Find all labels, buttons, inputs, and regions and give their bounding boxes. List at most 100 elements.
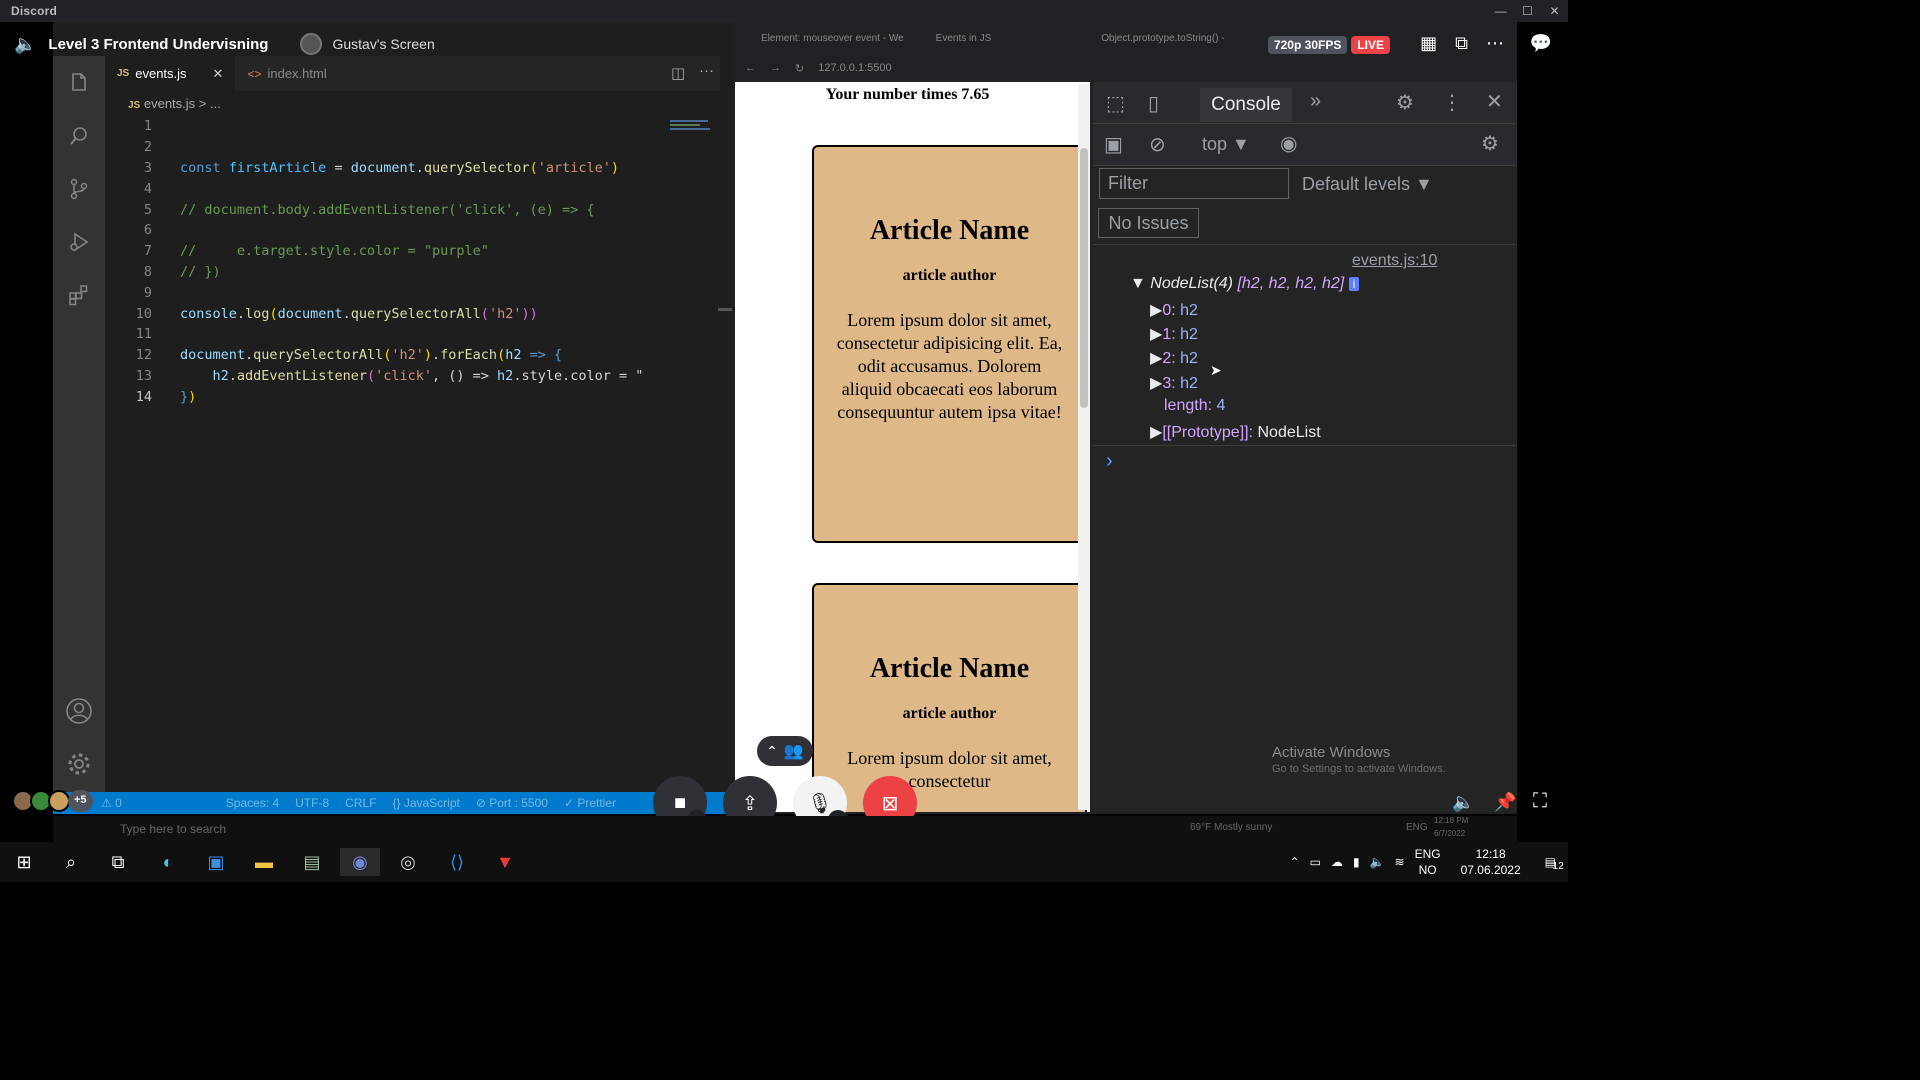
code-text: console.log(document.querySelectorAll('h…: [180, 305, 538, 322]
vscode-taskbar-icon[interactable]: ⟨⟩: [443, 848, 471, 876]
run-debug-icon[interactable]: [53, 215, 105, 268]
context-selector[interactable]: top ▼: [1202, 134, 1250, 155]
article-body: Lorem ipsum dolor sit amet, consectetur …: [836, 310, 1063, 422]
fullscreen-icon[interactable]: ⛶: [1533, 790, 1547, 813]
issues-button[interactable]: No Issues: [1098, 208, 1199, 238]
article-author: article author: [902, 705, 997, 722]
breadcrumb-path[interactable]: events.js > ...: [144, 96, 221, 111]
line-ending-status[interactable]: CRLF: [337, 796, 384, 810]
eye-icon[interactable]: ◉: [1280, 131, 1297, 156]
article-title[interactable]: Article Name: [814, 653, 1085, 685]
video-camera-icon: ■: [673, 791, 687, 814]
nodelist-item[interactable]: ▶1: h2: [1150, 324, 1198, 344]
maximize-icon[interactable]: ☐: [1514, 0, 1541, 22]
line-number: 10: [135, 305, 152, 322]
volume-icon[interactable]: 🔈: [1370, 855, 1385, 869]
gear-icon[interactable]: ⚙: [1396, 90, 1414, 115]
nodelist-entry[interactable]: ▼ NodeList(4) [h2, h2, h2, h2] i: [1130, 275, 1360, 293]
people-icon: 👥: [783, 743, 804, 760]
screen-label: Gustav's Screen: [332, 36, 435, 52]
expand-participants-button[interactable]: ⌃ 👥: [757, 736, 813, 766]
live-server-status[interactable]: ⊘ Port : 5500: [468, 796, 556, 810]
line-number: 14: [135, 388, 152, 405]
file-explorer-icon[interactable]: ▬: [250, 848, 278, 876]
app-name: Discord: [11, 4, 58, 18]
steam-icon[interactable]: ◎: [394, 848, 422, 876]
sidebar-toggle-icon[interactable]: ▣: [1104, 132, 1123, 157]
stream-header-icons: ▦ ⧉ ⋯: [1420, 33, 1504, 54]
article-title[interactable]: Article Name: [814, 215, 1085, 247]
chevron-up-icon[interactable]: ⌃: [1290, 855, 1300, 869]
wifi-icon[interactable]: ≋: [1395, 855, 1405, 869]
source-control-icon[interactable]: [53, 162, 105, 215]
vivaldi-icon[interactable]: ▼: [491, 848, 519, 876]
meet-icon[interactable]: ▭: [1310, 855, 1321, 869]
participants-avatars[interactable]: +5: [12, 790, 93, 812]
search-icon[interactable]: ⌕: [57, 848, 85, 876]
filter-input[interactable]: Filter: [1099, 168, 1289, 199]
more-options-icon[interactable]: ⋯: [1486, 33, 1504, 54]
speaker-icon[interactable]: 🔈: [14, 34, 36, 55]
close-icon[interactable]: ✕: [1541, 0, 1568, 22]
gear-icon[interactable]: ⚙: [1481, 131, 1499, 156]
clear-console-icon[interactable]: ⊘: [1149, 132, 1166, 157]
encoding-status[interactable]: UTF-8: [287, 796, 337, 810]
discord-title-bar: Discord: [0, 0, 1568, 22]
prettier-status[interactable]: ✓ Prettier: [556, 796, 624, 810]
problems-count[interactable]: ⚠ 0: [93, 796, 130, 810]
onedrive-icon[interactable]: ☁: [1331, 855, 1343, 869]
edge-browser-icon[interactable]: ◐: [154, 848, 182, 876]
pin-icon[interactable]: 📌: [1494, 792, 1516, 813]
grid-layout-icon[interactable]: ▦: [1420, 33, 1437, 54]
popout-icon[interactable]: ⧉: [1455, 33, 1468, 54]
line-number: 8: [143, 263, 152, 280]
windows-start-icon[interactable]: ⊞: [10, 848, 38, 876]
code-line: 10 console.log(document.querySelectorAll(…: [105, 303, 665, 324]
account-icon[interactable]: [53, 684, 105, 737]
log-levels-dropdown[interactable]: Default levels ▼: [1302, 174, 1433, 195]
chat-icon[interactable]: 💬: [1530, 33, 1552, 54]
search-icon[interactable]: [53, 109, 105, 162]
battery-icon[interactable]: ▮: [1353, 855, 1360, 869]
activate-windows-title: Activate Windows: [1272, 744, 1391, 761]
breadcrumb: JS events.js > ...: [128, 96, 221, 111]
extensions-icon[interactable]: [53, 268, 105, 321]
discord-taskbar-icon[interactable]: ◉: [340, 848, 380, 876]
more-tabs-icon[interactable]: »: [1310, 90, 1321, 113]
device-toolbar-icon[interactable]: ▯: [1148, 91, 1159, 116]
console-prompt[interactable]: ›: [1106, 450, 1113, 473]
nodelist-item[interactable]: ▶3: h2: [1150, 373, 1198, 393]
tab-label: index.html: [267, 66, 327, 81]
minimize-icon[interactable]: —: [1487, 0, 1514, 22]
activate-windows-subtitle: Go to Settings to activate Windows.: [1272, 763, 1446, 775]
store-icon[interactable]: ▣: [202, 848, 230, 876]
close-tab-icon[interactable]: ✕: [213, 66, 224, 82]
nodelist-item[interactable]: ▶0: h2: [1150, 300, 1198, 320]
task-view-icon[interactable]: ⧉: [104, 848, 132, 876]
editor-scroll-indicator: [718, 308, 732, 311]
volume-icon[interactable]: 🔈: [1452, 792, 1474, 813]
inspect-element-icon[interactable]: ⬚: [1106, 91, 1125, 116]
close-icon[interactable]: ✕: [1486, 89, 1503, 114]
clock-time: 12:18: [1475, 847, 1506, 861]
leave-call-icon: ⊠: [881, 792, 899, 815]
tab-label: events.js: [135, 66, 187, 81]
page-scroll-thumb[interactable]: [1080, 148, 1088, 408]
app-icon[interactable]: ▤: [298, 848, 326, 876]
language-indicator[interactable]: ENG NO: [1415, 846, 1441, 878]
nodelist-prototype[interactable]: ▶[[Prototype]]: NodeList: [1150, 422, 1321, 442]
line-number: 4: [143, 180, 152, 197]
nodelist-item[interactable]: ▶2: h2: [1150, 348, 1198, 368]
clock[interactable]: 12:18 07.06.2022: [1461, 846, 1521, 878]
kebab-menu-icon[interactable]: ⋮: [1442, 90, 1462, 115]
language-status[interactable]: {} JavaScript: [384, 796, 467, 810]
source-link[interactable]: events.js:10: [1352, 252, 1437, 270]
gear-icon[interactable]: [53, 737, 105, 790]
indentation-status[interactable]: Spaces: 4: [218, 796, 287, 810]
code-editor[interactable]: 1 2 3 const firstArticle = document.query…: [105, 116, 665, 407]
tab-console[interactable]: Console: [1200, 88, 1292, 122]
minimap[interactable]: [670, 118, 718, 134]
code-line: 3 const firstArticle = document.querySele…: [105, 158, 665, 179]
split-editor-icon[interactable]: ◫: [671, 64, 685, 82]
notifications-icon[interactable]: ▤ 12: [1545, 855, 1564, 872]
